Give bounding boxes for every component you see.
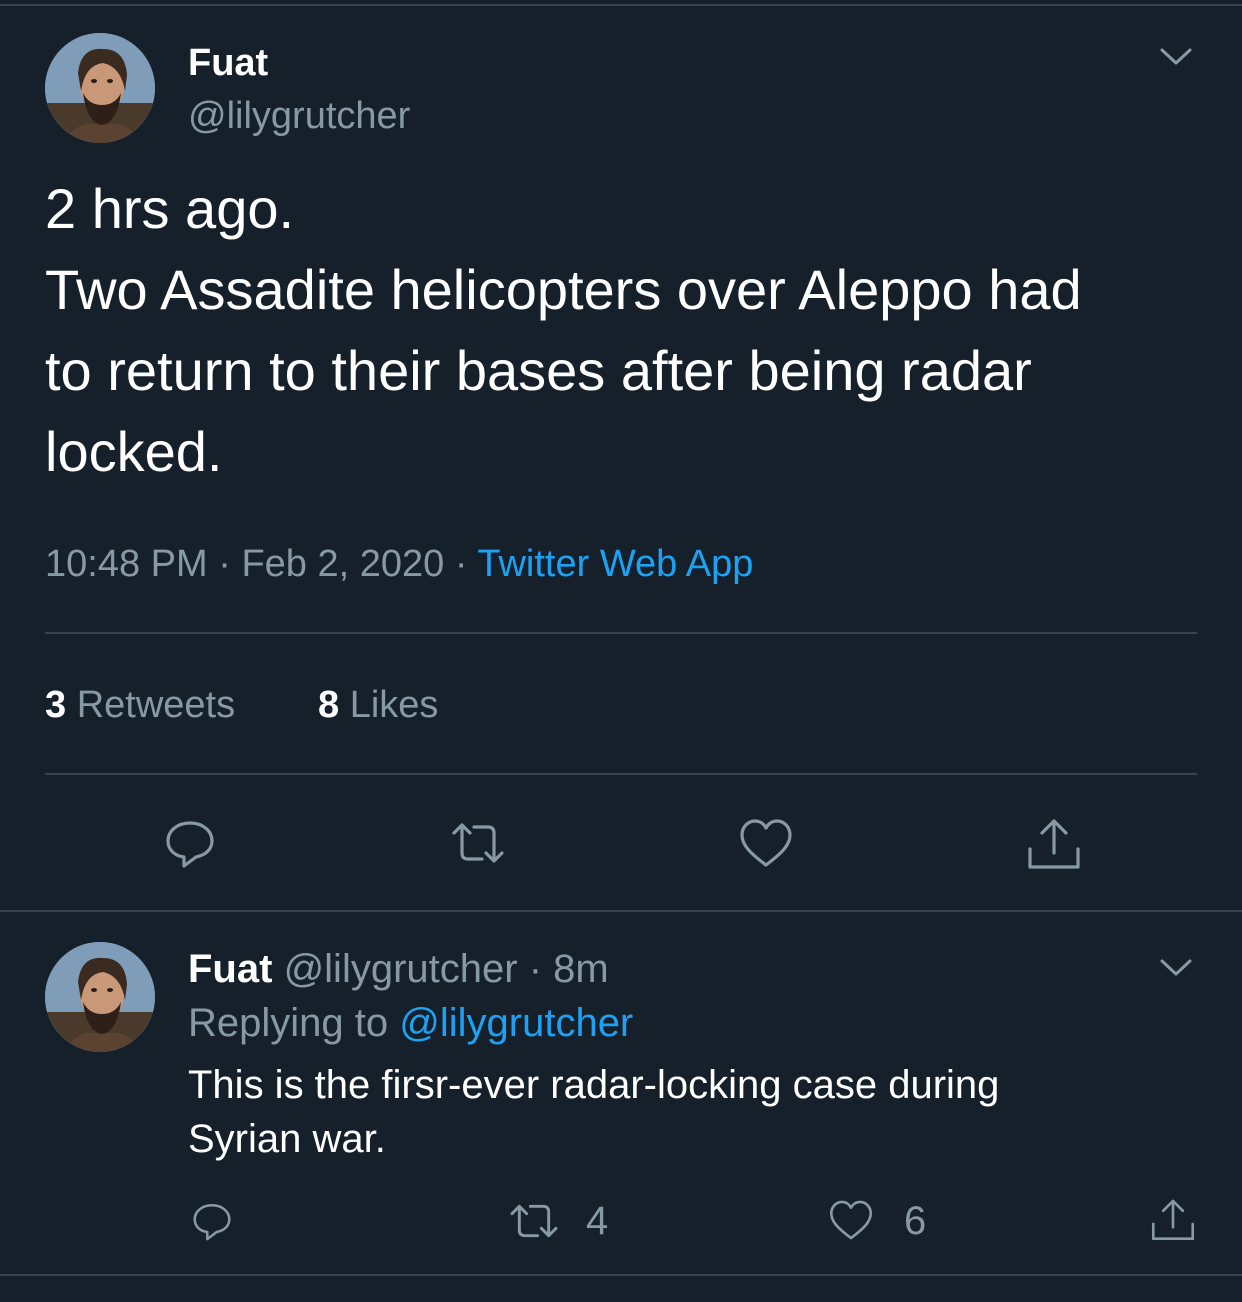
reply-author-avatar[interactable] bbox=[45, 942, 155, 1052]
divider bbox=[45, 773, 1197, 775]
meta-separator: · bbox=[454, 543, 468, 585]
reply-author-handle[interactable]: @lilygrutcher bbox=[284, 947, 518, 991]
tweet-text-line: to return to their bases after being rad… bbox=[45, 339, 1032, 402]
author-avatar[interactable] bbox=[45, 33, 155, 143]
chevron-down-icon[interactable] bbox=[1159, 958, 1193, 978]
retweet-icon[interactable] bbox=[450, 815, 506, 871]
tweet-text-line: Two Assadite helicopters over Aleppo had bbox=[45, 258, 1082, 321]
reply-header: Fuat @lilygrutcher · 8m bbox=[188, 949, 609, 989]
tweet-text-line: 2 hrs ago. bbox=[45, 177, 295, 240]
chevron-down-icon[interactable] bbox=[1159, 47, 1193, 67]
tweet-date[interactable]: Feb 2, 2020 bbox=[241, 543, 444, 585]
reply-text-line: Syrian war. bbox=[188, 1117, 386, 1161]
likes-stat[interactable]: 8 Likes bbox=[318, 686, 438, 724]
replying-to-handle[interactable]: @lilygrutcher bbox=[399, 1001, 633, 1045]
like-icon[interactable] bbox=[738, 815, 794, 871]
share-icon[interactable] bbox=[1026, 815, 1082, 871]
share-icon[interactable] bbox=[1150, 1196, 1196, 1242]
replying-to: Replying to @lilygrutcher bbox=[188, 1003, 633, 1043]
author-handle[interactable]: @lilygrutcher bbox=[188, 97, 410, 135]
replying-to-label: Replying to bbox=[188, 1001, 389, 1045]
tweet-text: 2 hrs ago. Two Assadite helicopters over… bbox=[45, 168, 1082, 492]
likes-label: Likes bbox=[349, 684, 439, 726]
meta-separator: · bbox=[218, 543, 231, 585]
tweet-source-link[interactable]: Twitter Web App bbox=[477, 543, 753, 585]
retweets-stat[interactable]: 3 Retweets bbox=[45, 686, 235, 724]
tweet-text-line: locked. bbox=[45, 420, 223, 483]
author-name[interactable]: Fuat bbox=[188, 44, 268, 82]
top-divider bbox=[0, 4, 1242, 6]
reply-icon[interactable] bbox=[162, 815, 218, 871]
reply-author-name[interactable]: Fuat bbox=[188, 947, 272, 991]
divider bbox=[0, 910, 1242, 912]
tweet-time[interactable]: 10:48 PM bbox=[45, 543, 208, 585]
avatar-image bbox=[45, 942, 155, 1052]
reply-retweet-count: 4 bbox=[586, 1199, 609, 1243]
retweet-icon bbox=[510, 1204, 558, 1238]
retweets-label: Retweets bbox=[76, 684, 236, 726]
reply-text-line: This is the firsr-ever radar-locking cas… bbox=[188, 1063, 1000, 1107]
meta-separator: · bbox=[528, 947, 543, 991]
like-icon bbox=[829, 1200, 873, 1240]
reply-icon[interactable] bbox=[190, 1199, 234, 1243]
likes-count: 8 bbox=[318, 684, 340, 726]
retweets-count: 3 bbox=[45, 684, 67, 726]
avatar-image bbox=[45, 33, 155, 143]
reply-time-ago[interactable]: 8m bbox=[553, 947, 609, 991]
reply-like-count: 6 bbox=[904, 1199, 927, 1243]
divider bbox=[0, 1274, 1242, 1276]
divider bbox=[45, 632, 1197, 634]
reply-text: This is the firsr-ever radar-locking cas… bbox=[188, 1058, 999, 1166]
tweet-meta: 10:48 PM · Feb 2, 2020 · Twitter Web App bbox=[45, 545, 753, 583]
